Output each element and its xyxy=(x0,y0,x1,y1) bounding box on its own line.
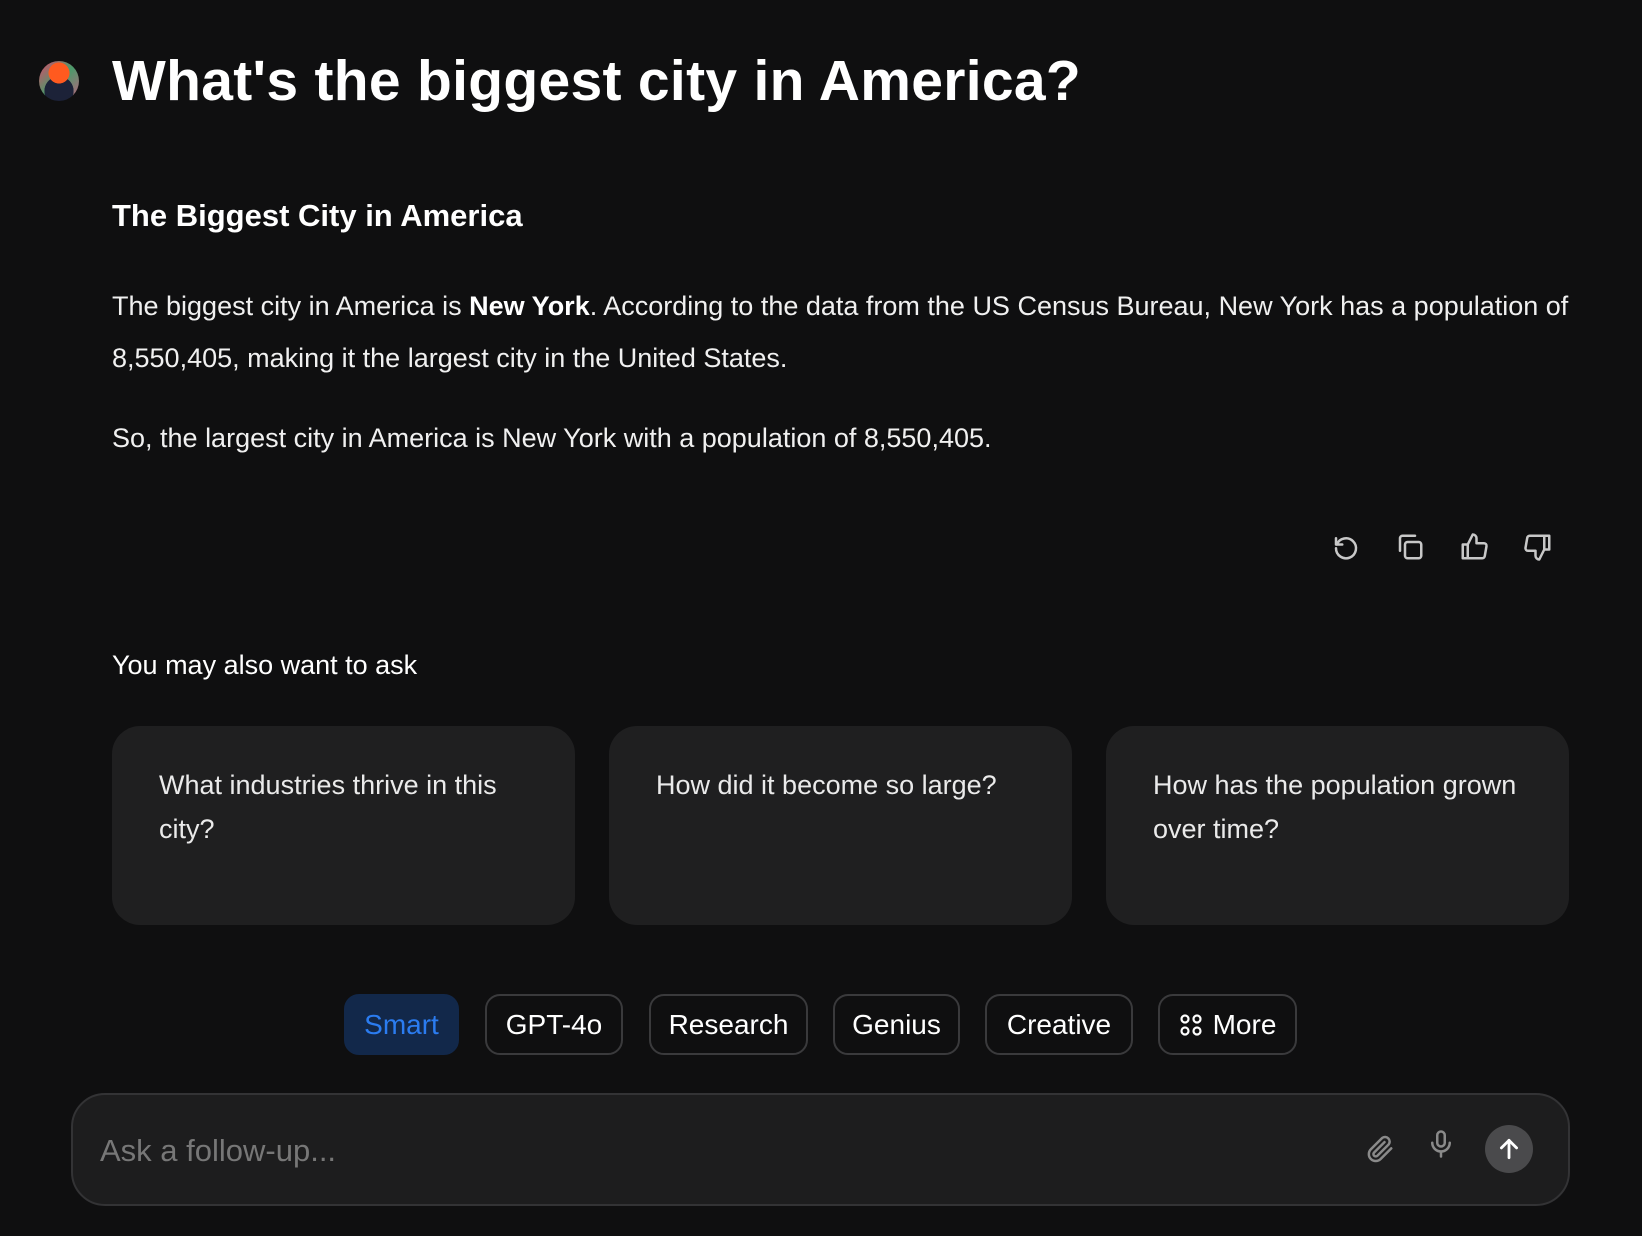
mode-gpt-4o[interactable]: GPT-4o xyxy=(485,994,623,1055)
mode-creative[interactable]: Creative xyxy=(985,994,1133,1055)
attach-button[interactable] xyxy=(1363,1132,1397,1166)
thumbs-down-icon xyxy=(1524,534,1551,561)
thumbs-down-button[interactable] xyxy=(1521,530,1555,564)
copy-button[interactable] xyxy=(1393,530,1427,564)
paperclip-icon xyxy=(1367,1135,1393,1163)
thumbs-up-icon xyxy=(1461,533,1488,560)
mode-smart[interactable]: Smart xyxy=(344,994,459,1055)
arrow-up-icon xyxy=(1500,1138,1518,1160)
user-avatar xyxy=(39,61,79,101)
regenerate-button[interactable] xyxy=(1329,530,1363,564)
thumbs-up-button[interactable] xyxy=(1457,530,1491,564)
answer-heading: The Biggest City in America xyxy=(112,198,523,233)
follow-up-input[interactable] xyxy=(98,1125,1352,1177)
microphone-button[interactable] xyxy=(1424,1127,1458,1161)
mode-more[interactable]: More xyxy=(1158,994,1297,1055)
send-button[interactable] xyxy=(1485,1125,1533,1173)
microphone-icon xyxy=(1431,1130,1451,1158)
suggestion-card[interactable]: How has the population grown over time? xyxy=(1106,726,1569,925)
mode-more-label: More xyxy=(1212,1008,1277,1040)
suggestions-label: You may also want to ask xyxy=(112,650,418,680)
suggestion-card[interactable]: What industries thrive in this city? xyxy=(112,726,575,925)
mode-genius[interactable]: Genius xyxy=(833,994,960,1055)
composer xyxy=(71,1093,1570,1206)
mode-research[interactable]: Research xyxy=(649,994,808,1055)
grid-icon xyxy=(1179,1013,1202,1036)
regenerate-icon xyxy=(1334,537,1358,560)
copy-icon xyxy=(1398,534,1423,560)
answer-paragraph-1: The biggest city in America is New York.… xyxy=(112,291,1569,373)
suggestion-card[interactable]: How did it become so large? xyxy=(609,726,1072,925)
answer-paragraph-2: So, the largest city in America is New Y… xyxy=(112,423,992,453)
question-title: What's the biggest city in America? xyxy=(112,49,1081,113)
